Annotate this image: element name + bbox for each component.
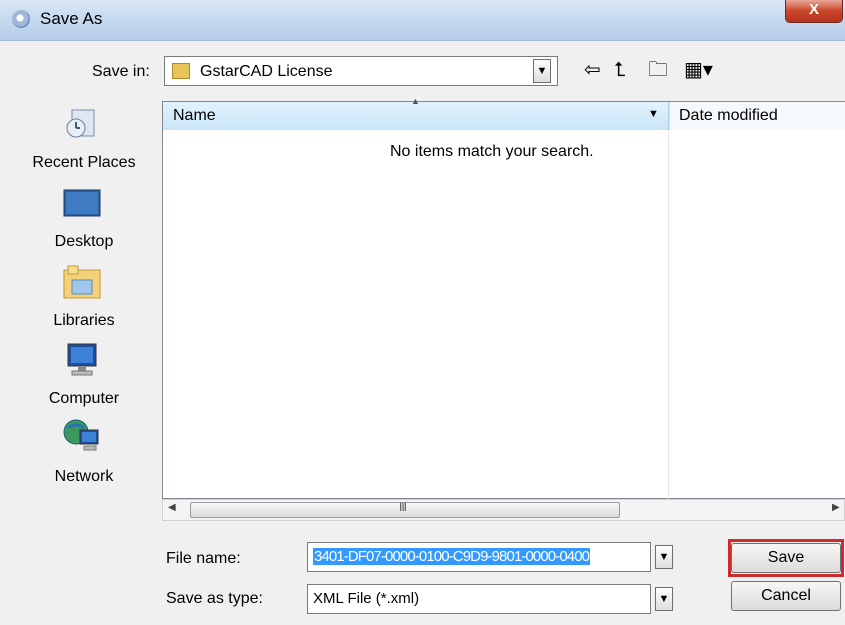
title-bar[interactable] — [0, 0, 845, 41]
recent-places-icon — [66, 109, 95, 138]
save-in-label: Save in: — [92, 63, 150, 80]
cancel-button[interactable]: Cancel — [731, 581, 841, 611]
sidebar-item-label: Libraries — [53, 312, 115, 329]
window-title: Save As — [40, 9, 103, 28]
file-name-dropdown-button[interactable]: ▼ — [655, 545, 673, 569]
sort-ascending-icon: ▲ — [411, 96, 420, 106]
places-bar: Recent Places Desktop Libraries Computer — [10, 88, 158, 594]
folder-icon — [172, 63, 190, 79]
sidebar-item-label: Desktop — [54, 233, 114, 250]
computer-icon — [67, 343, 97, 376]
libraries-icon — [63, 265, 101, 299]
save-as-type-label: Save as type: — [166, 590, 263, 607]
column-header-name-label: Name — [173, 107, 216, 124]
sidebar-item-label: Network — [54, 468, 114, 485]
new-folder-icon[interactable]: 🗀 — [648, 58, 668, 82]
column-filter-dropdown-icon[interactable]: ▼ — [648, 108, 659, 120]
save-as-type-dropdown-button[interactable]: ▼ — [655, 587, 673, 611]
sidebar-item-label: Recent Places — [32, 154, 136, 171]
save-button[interactable]: Save — [731, 543, 841, 573]
scroll-left-arrow-icon[interactable]: ◀ — [168, 502, 176, 513]
save-in-dropdown-button[interactable]: ▼ — [533, 59, 551, 83]
back-arrow-icon[interactable]: ⇦ — [584, 58, 601, 82]
desktop-icon — [63, 189, 101, 217]
sidebar-item-label: Computer — [48, 390, 120, 407]
column-header-name[interactable] — [163, 102, 669, 130]
column-separator — [668, 130, 669, 499]
up-folder-icon[interactable]: ⮤ — [614, 58, 626, 82]
close-button[interactable]: X — [785, 0, 843, 23]
save-in-value: GstarCAD License — [200, 63, 333, 80]
file-name-label: File name: — [166, 550, 241, 567]
column-header-date-label: Date modified — [679, 107, 778, 124]
scroll-right-arrow-icon[interactable]: ▶ — [832, 502, 840, 513]
empty-list-message: No items match your search. — [390, 143, 594, 160]
app-icon — [12, 10, 30, 28]
file-name-value[interactable]: 3401-DF07-0000-0100-C9D9-9801-0000-0400 — [313, 548, 591, 565]
view-menu-icon[interactable]: ▦▾ — [684, 58, 713, 82]
network-icon — [63, 419, 99, 451]
scrollbar-grip: III — [399, 500, 407, 514]
save-as-type-value: XML File (*.xml) — [313, 590, 420, 607]
